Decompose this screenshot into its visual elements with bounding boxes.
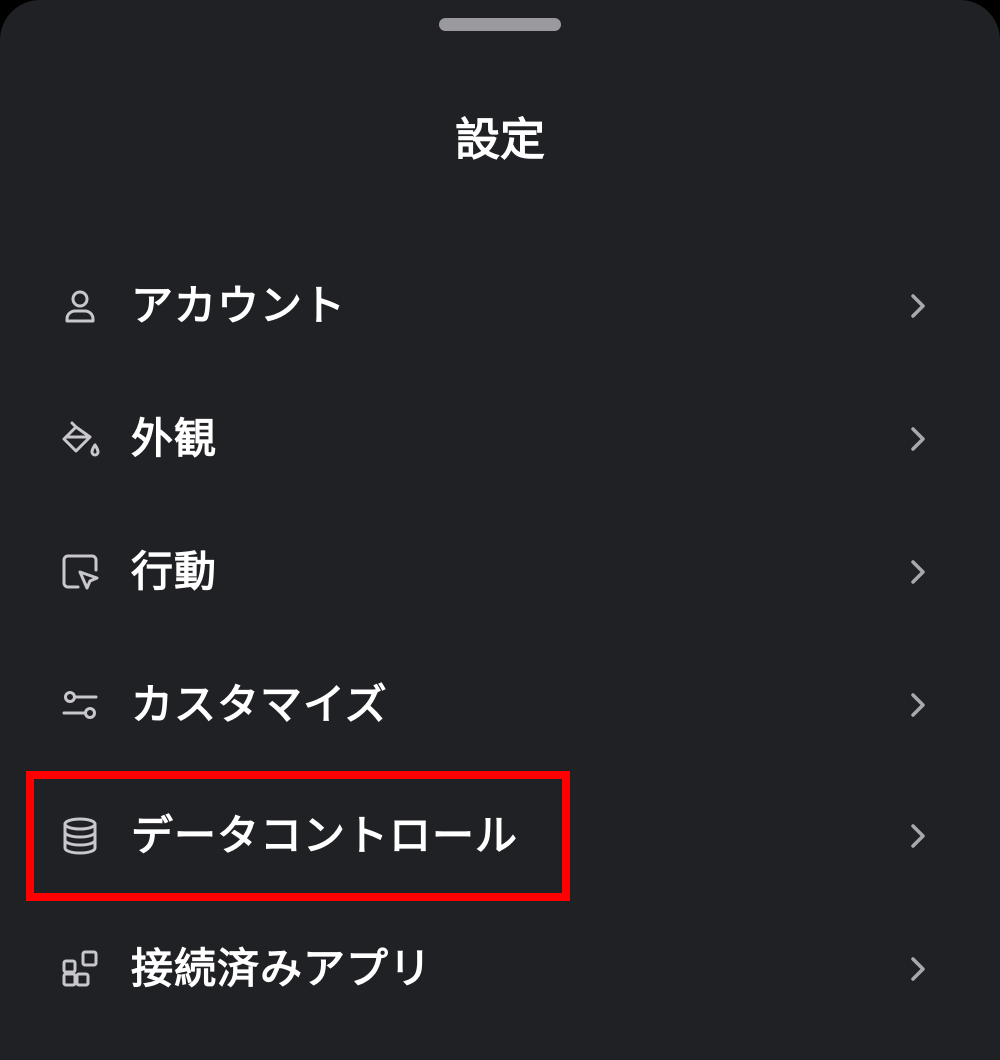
person-icon [58, 284, 102, 328]
menu-item-label: アカウント [131, 281, 347, 330]
database-icon [58, 814, 102, 858]
cursor-window-icon [58, 550, 102, 594]
apps-grid-icon [58, 947, 102, 991]
chevron-right-icon [900, 818, 936, 854]
menu-item-label: 接続済みアプリ [131, 944, 433, 993]
chevron-right-icon [900, 421, 936, 457]
chevron-right-icon [900, 687, 936, 723]
menu-item-behavior[interactable]: 行動 [0, 517, 1000, 627]
drag-handle[interactable] [439, 18, 561, 31]
menu-item-connected-apps[interactable]: 接続済みアプリ [0, 914, 1000, 1024]
chevron-right-icon [900, 951, 936, 987]
menu-item-label: 行動 [131, 547, 218, 596]
sliders-icon [58, 683, 102, 727]
chevron-right-icon [900, 554, 936, 590]
menu-item-appearance[interactable]: 外観 [0, 384, 1000, 494]
menu-item-label: データコントロール [131, 811, 519, 860]
menu-item-label: カスタマイズ [131, 680, 388, 729]
paint-bucket-icon [58, 417, 102, 461]
page-title: 設定 [454, 113, 545, 166]
chevron-right-icon [900, 288, 936, 324]
menu-item-label: 外観 [131, 414, 218, 463]
settings-sheet: 設定 アカウント 外観 行動 カスタマイズ データコントロール 接続済みアプリ [0, 0, 1000, 1060]
menu-item-data-controls[interactable]: データコントロール [0, 781, 1000, 891]
menu-item-customize[interactable]: カスタマイズ [0, 650, 1000, 760]
menu-item-account[interactable]: アカウント [0, 251, 1000, 361]
